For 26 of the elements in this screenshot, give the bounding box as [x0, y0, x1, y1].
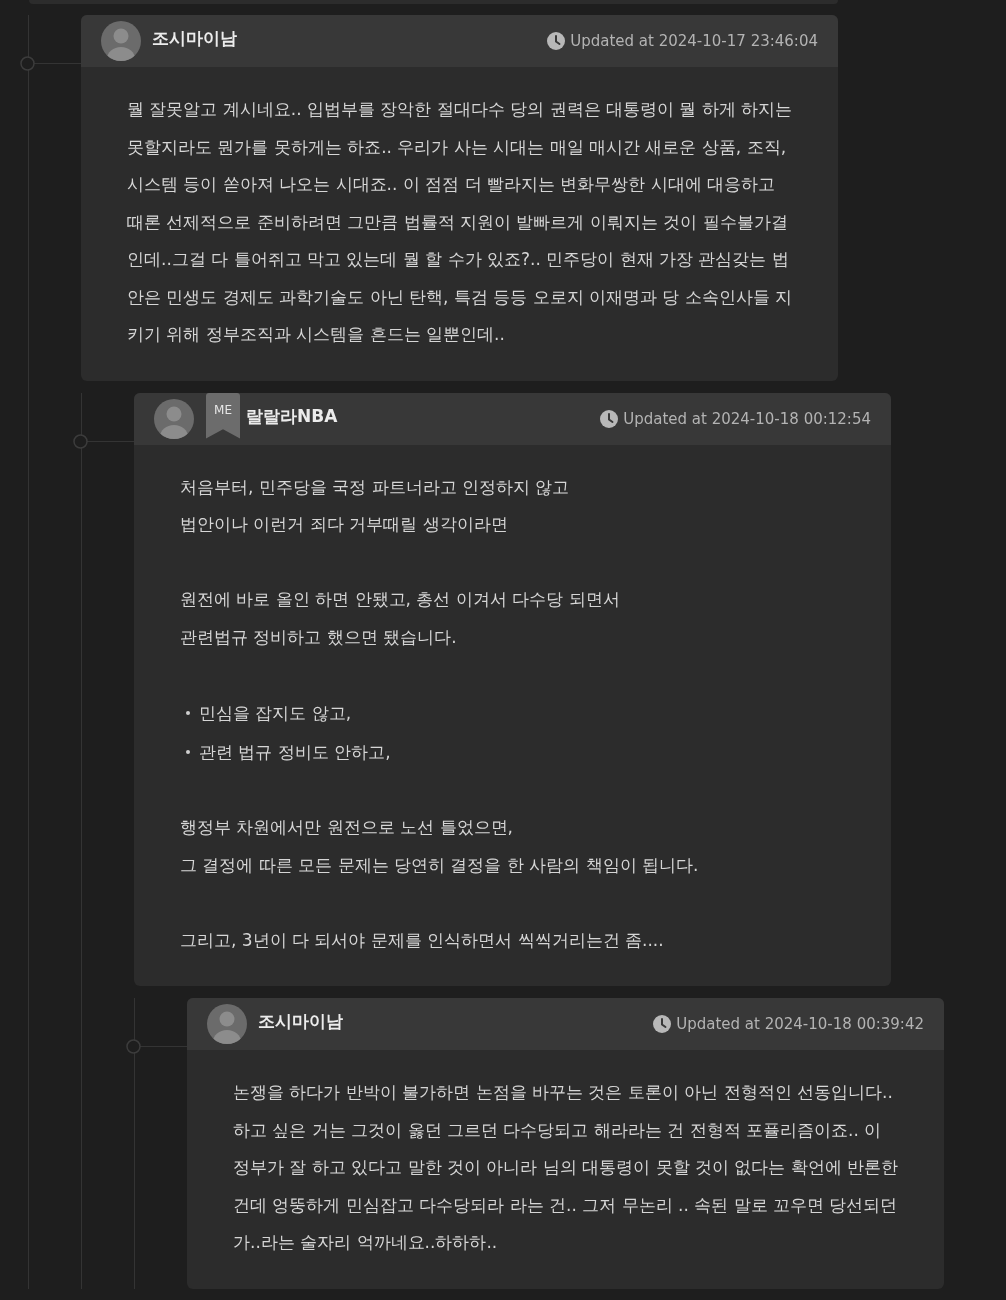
updated-time: Updated at 2024-10-18 00:39:42 — [676, 1015, 924, 1033]
clock-icon — [547, 32, 566, 50]
updated-time: Updated at 2024-10-17 23:46:04 — [570, 32, 818, 50]
comment-text: 뭘 잘못알고 계시네요.. 입법부를 장악한 절대다수 당의 권력은 대통령이 뭘 하게 하지는 못할지라도 뭔가를 못하게는 하죠.. 우리가 사는 시대는 매일 매시간 새로운 상품, 조직, 시스템 등이 쏟아져 나오는 시대죠.. 이 점점 더 빨라지는 변화무쌍한 시대에 대응하고 때론 선제적으로 준비하려면 그만큼 법률적 지원이 발빠르게 이뤄지는 것이 필수불가결인데..그걸 다 틀어쥐고 막고 있는데 뭘 할 수가 있죠?.. 민주당이 현재 가장 관심갖는 법안은 민생도 경제도 과학기술도 아닌 탄핵, 특검 등등 오로지 이재명과 당 소속인사들 지키기 위해 정부조직과 시스템을 흔드는 일뿐인데.. — [127, 98, 793, 346]
list-item-text: 관련 법규 정비도 안하고, — [199, 740, 391, 764]
comment-text: 행정부 차원에서만 원전으로 노선 틀었으면, — [180, 816, 515, 839]
comment-text: 그리고, 3년이 다 되서야 문제를 인식하면서 씩씩거리는건 좀.... — [180, 928, 665, 952]
comment-text: 원전에 바로 올인 하면 안됐고, 총선 이겨서 다수당 되면서 — [180, 588, 621, 611]
bullet-icon — [186, 711, 190, 715]
comment-text: 논쟁을 하다가 반박이 불가하면 논점을 바꾸는 것은 토론이 아닌 전형적인 선동입니다.. 하고 싶은 거는 그것이 옳던 그르던 다수당되고 해라라는 건 전형적 포퓰리즘이죠.. 이 정부가 잘 하고 있다고 말한 것이 아니라 님의 대통령이 못할 것이 없다는 확언에 반론한 건데 엉뚱하게 민심잡고 다수당되라 라는 건.. 그저 무논리 .. 속된 말로 꼬우면 당선되던가..라는 술자리 억까네요..하하하.. — [233, 1081, 899, 1254]
author-name[interactable]: 랄랄라NBA — [246, 404, 338, 428]
comment-text: 그 결정에 따른 모든 문제는 당연히 결정을 한 사람의 책임이 됩니다. — [180, 853, 700, 877]
clock-icon — [600, 409, 619, 428]
updated-time: Updated at 2024-10-18 00:12:54 — [623, 409, 871, 428]
avatar-icon — [154, 398, 194, 439]
author-name[interactable]: 조시마이남 — [152, 27, 237, 50]
comment-text: 관련법규 정비하고 했으면 됐습니다. — [180, 625, 458, 649]
bookmark-badge: ME — [206, 392, 240, 439]
comment-text: 처음부터, 민주당을 국정 파트너라고 인정하지 않고 — [180, 475, 571, 499]
clock-icon — [653, 1015, 672, 1033]
comment-text: 법안이나 이런거 죄다 거부때릴 생각이라면 — [180, 513, 509, 536]
avatar-icon — [207, 1004, 247, 1044]
author-name[interactable]: 조시마이남 — [258, 1010, 343, 1033]
bullet-icon — [186, 750, 190, 754]
list-item-text: 민심을 잡지도 않고, — [199, 701, 352, 725]
avatar-icon — [101, 21, 141, 61]
